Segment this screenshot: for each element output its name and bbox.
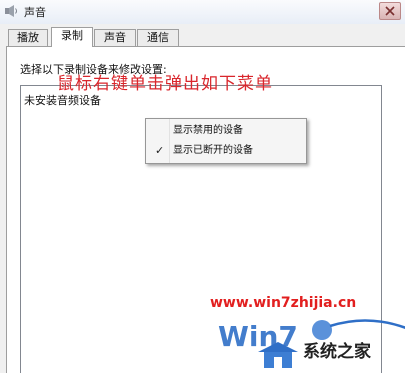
menu-item-label: 显示禁用的设备	[173, 125, 243, 136]
context-menu: 显示禁用的设备 ✓ 显示已断开的设备	[145, 118, 307, 164]
tab-communications[interactable]: 通信	[137, 29, 179, 46]
watermark-url: www.win7zhijia.cn	[210, 295, 357, 311]
tab-sounds[interactable]: 声音	[94, 29, 136, 46]
menu-item-show-disabled-devices[interactable]: 显示禁用的设备	[146, 121, 306, 141]
annotation-text: 鼠标右键单击弹出如下菜单	[57, 74, 273, 94]
close-button[interactable]	[379, 2, 401, 20]
window-title: 声音	[24, 6, 46, 19]
sound-dialog: 声音 播放 录制 声音 通信 选择以下录制设备来修改设置: 未安装音频设备 鼠标…	[0, 0, 405, 373]
title-bar[interactable]: 声音	[0, 0, 405, 24]
checkmark-icon: ✓	[155, 144, 165, 157]
tab-playback[interactable]: 播放	[8, 29, 48, 46]
menu-item-label: 显示已断开的设备	[173, 145, 253, 156]
brand-text: 系统之家	[303, 342, 371, 362]
empty-device-message: 未安装音频设备	[24, 94, 101, 107]
speaker-icon	[5, 5, 17, 17]
logo-swoosh	[329, 319, 405, 329]
menu-item-show-disconnected-devices[interactable]: ✓ 显示已断开的设备	[146, 141, 306, 161]
close-icon	[385, 6, 395, 16]
tab-recording[interactable]: 录制	[51, 27, 93, 47]
